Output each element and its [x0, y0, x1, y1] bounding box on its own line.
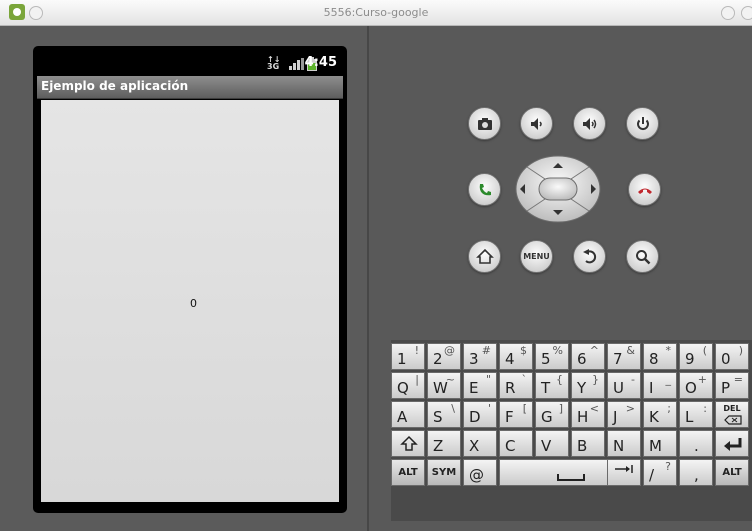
camera-button[interactable]: [468, 107, 501, 140]
signal-icon: [289, 58, 304, 70]
key-j[interactable]: J >: [607, 401, 641, 428]
dpad[interactable]: [515, 155, 601, 223]
menu-label: MENU: [523, 252, 550, 261]
key-a[interactable]: A: [391, 401, 425, 428]
backspace-icon: [724, 415, 742, 425]
close-button[interactable]: [741, 6, 752, 20]
status-time: 4:45: [304, 55, 337, 70]
key-e[interactable]: E ": [463, 372, 497, 399]
shift-icon: [400, 435, 418, 451]
key-0[interactable]: 0): [715, 343, 749, 370]
key-t[interactable]: T{: [535, 372, 569, 399]
key-l[interactable]: L:: [679, 401, 713, 428]
key-v[interactable]: V: [535, 430, 569, 457]
key-4[interactable]: 4 $: [499, 343, 533, 370]
key-alt-left[interactable]: ALT: [391, 459, 425, 486]
key-enter[interactable]: [715, 430, 749, 457]
key-sym[interactable]: SYM: [427, 459, 461, 486]
key-9[interactable]: 9(: [679, 343, 713, 370]
search-button[interactable]: [626, 240, 659, 273]
key-m[interactable]: M: [643, 430, 677, 457]
key-r[interactable]: R `: [499, 372, 533, 399]
key-7[interactable]: 7 &: [607, 343, 641, 370]
key-2[interactable]: 2 @: [427, 343, 461, 370]
volume-up-button[interactable]: [573, 107, 606, 140]
end-call-icon: [637, 188, 652, 194]
key-slash[interactable]: /?: [643, 459, 677, 486]
key-o[interactable]: O +: [679, 372, 713, 399]
menu-button[interactable]: MENU: [520, 240, 553, 273]
volume-up-icon: [582, 117, 596, 130]
tab-icon: [615, 465, 633, 473]
key-q[interactable]: Q |: [391, 372, 425, 399]
key-8[interactable]: 8 *: [643, 343, 677, 370]
search-icon: [635, 249, 650, 264]
dpad-center-button[interactable]: [538, 177, 578, 201]
key-k[interactable]: K;: [643, 401, 677, 428]
back-button[interactable]: [573, 240, 606, 273]
home-button[interactable]: [468, 240, 501, 273]
key-h[interactable]: H <: [571, 401, 605, 428]
app-title: Ejemplo de aplicación: [41, 79, 189, 93]
key-p[interactable]: P =: [715, 372, 749, 399]
enter-icon: [724, 438, 742, 451]
key-shift[interactable]: [391, 430, 425, 457]
key-5[interactable]: 5%: [535, 343, 569, 370]
key-tab[interactable]: [607, 459, 641, 486]
key-w[interactable]: W ~: [427, 372, 461, 399]
key-alt-right[interactable]: ALT: [715, 459, 749, 486]
key-s[interactable]: S \: [427, 401, 461, 428]
back-icon: [582, 248, 596, 263]
key-period[interactable]: .: [679, 430, 713, 457]
key-1[interactable]: 1!: [391, 343, 425, 370]
app-content: 0: [41, 100, 339, 502]
counter-text: 0: [190, 297, 197, 310]
3g-data-icon: ↑↓ 3G: [267, 55, 281, 71]
key-f[interactable]: F[: [499, 401, 533, 428]
key-3[interactable]: 3 #: [463, 343, 497, 370]
app-title-bar: Ejemplo de aplicación: [37, 76, 343, 99]
space-icon: [557, 474, 585, 481]
call-button[interactable]: [468, 173, 501, 206]
phone-screen: ↑↓ 3G 4:45 Ejemplo de aplicación 0: [33, 46, 347, 513]
status-bar: ↑↓ 3G 4:45: [33, 46, 347, 76]
window-title: 5556:Curso-google: [323, 6, 429, 19]
key-x[interactable]: X: [463, 430, 497, 457]
key-d[interactable]: D ': [463, 401, 497, 428]
key-del[interactable]: DEL: [715, 401, 749, 428]
key-b[interactable]: B: [571, 430, 605, 457]
end-call-button[interactable]: [628, 173, 661, 206]
key-c[interactable]: C: [499, 430, 533, 457]
key-6[interactable]: 6 ^: [571, 343, 605, 370]
power-button[interactable]: [626, 107, 659, 140]
key-u[interactable]: U-: [607, 372, 641, 399]
camera-icon: [477, 117, 492, 130]
volume-down-icon: [530, 117, 542, 130]
key-comma[interactable]: ,: [679, 459, 713, 486]
call-icon: [479, 183, 491, 195]
key-g[interactable]: G]: [535, 401, 569, 428]
window-title-bar: 5556:Curso-google: [0, 0, 752, 26]
key-n[interactable]: N: [607, 430, 641, 457]
key-at[interactable]: @: [463, 459, 497, 486]
power-icon: [636, 116, 649, 130]
key-y[interactable]: Y}: [571, 372, 605, 399]
hardware-keyboard: 1! 2 @ 3 # 4 $ 5% 6 ^ 7 & 8 * 9( 0) Q | W ~ E " R…: [391, 340, 752, 521]
home-icon: [475, 248, 494, 264]
key-i[interactable]: I _: [643, 372, 677, 399]
minimize-button[interactable]: [721, 6, 735, 20]
key-z[interactable]: Z: [427, 430, 461, 457]
volume-down-button[interactable]: [520, 107, 553, 140]
